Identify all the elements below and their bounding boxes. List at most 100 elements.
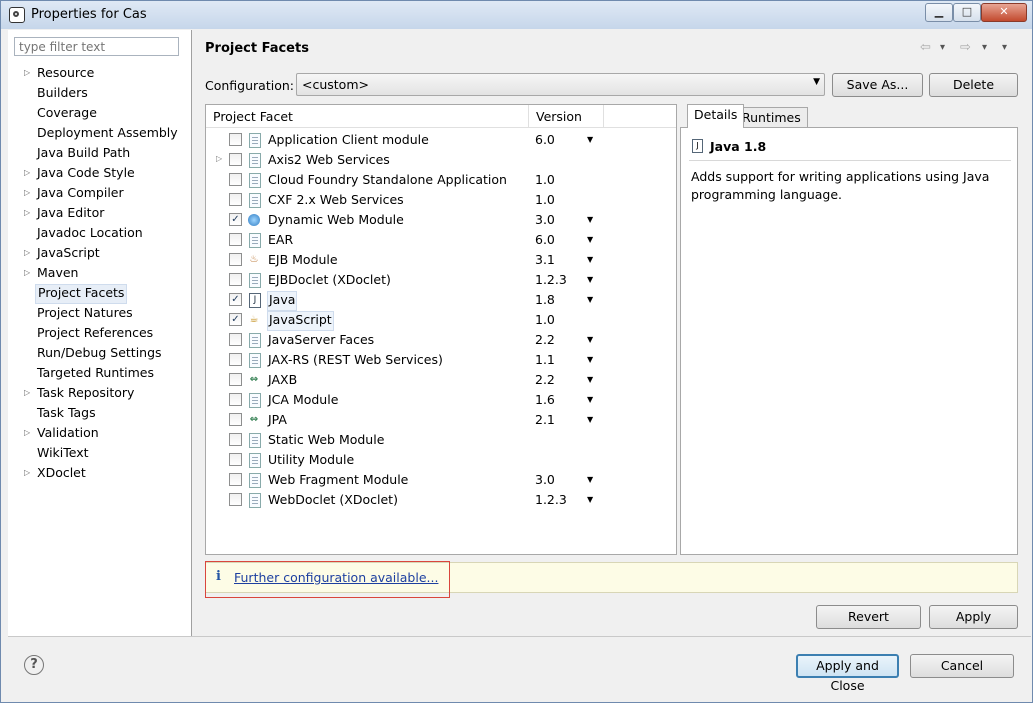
sidebar-item[interactable]: JavaScript xyxy=(35,244,102,262)
sidebar-item[interactable]: Javadoc Location xyxy=(35,224,145,242)
version-dropdown-icon[interactable]: ▼ xyxy=(587,391,593,409)
facet-version[interactable]: 1.1 xyxy=(535,351,555,369)
expand-arrow-icon[interactable]: ▷ xyxy=(24,244,32,262)
close-button[interactable]: ✕ xyxy=(981,3,1027,22)
help-icon[interactable]: ? xyxy=(24,655,44,675)
facet-checkbox[interactable] xyxy=(229,193,242,206)
sidebar-item[interactable]: Java Build Path xyxy=(35,144,132,162)
column-header-version[interactable]: Version xyxy=(529,105,604,128)
facet-row[interactable]: ✓ J Java 1.8 ▼ xyxy=(206,290,676,311)
filter-input[interactable] xyxy=(14,37,179,56)
version-dropdown-icon[interactable]: ▼ xyxy=(587,211,593,229)
sidebar-item[interactable]: Task Tags xyxy=(35,404,98,422)
sidebar-item[interactable]: Coverage xyxy=(35,104,99,122)
sidebar-item[interactable]: Run/Debug Settings xyxy=(35,344,164,362)
forward-arrow-icon[interactable]: ⇨ xyxy=(960,40,971,55)
facet-version[interactable]: 1.0 xyxy=(535,171,555,189)
forward-history-menu-icon[interactable]: ▾ xyxy=(982,42,987,53)
sidebar-item[interactable]: Maven xyxy=(35,264,80,282)
facet-checkbox[interactable] xyxy=(229,253,242,266)
facet-checkbox[interactable] xyxy=(229,413,242,426)
tab-runtimes[interactable]: Runtimes xyxy=(735,107,808,128)
tab-details[interactable]: Details xyxy=(687,104,745,128)
sidebar-item[interactable]: Java Code Style xyxy=(35,164,137,182)
back-arrow-icon[interactable]: ⇦ xyxy=(920,40,931,55)
facet-version[interactable]: 2.1 xyxy=(535,411,555,429)
facet-version[interactable]: 3.0 xyxy=(535,471,555,489)
facet-checkbox[interactable] xyxy=(229,473,242,486)
facet-checkbox[interactable] xyxy=(229,453,242,466)
save-as-button[interactable]: Save As... xyxy=(832,73,923,97)
expand-arrow-icon[interactable]: ▷ xyxy=(24,464,32,482)
sidebar-item[interactable]: XDoclet xyxy=(35,464,88,482)
sidebar-item[interactable]: WikiText xyxy=(35,444,91,462)
sidebar-item[interactable]: Deployment Assembly xyxy=(35,124,180,142)
facet-checkbox[interactable] xyxy=(229,153,242,166)
facet-checkbox[interactable] xyxy=(229,273,242,286)
expand-arrow-icon[interactable]: ▷ xyxy=(24,204,32,222)
sidebar-item[interactable]: Task Repository xyxy=(35,384,136,402)
apply-button[interactable]: Apply xyxy=(929,605,1018,629)
expand-arrow-icon[interactable]: ▷ xyxy=(216,154,222,163)
version-dropdown-icon[interactable]: ▼ xyxy=(587,491,593,509)
facet-checkbox[interactable]: ✓ xyxy=(229,313,242,326)
sidebar-item[interactable]: Project Facets xyxy=(35,284,128,304)
facet-row[interactable]: ⇔ JPA 2.1 ▼ xyxy=(206,410,676,430)
minimize-button[interactable]: ▁ xyxy=(925,3,953,22)
facet-version[interactable]: 1.2.3 xyxy=(535,271,567,289)
maximize-button[interactable]: □ xyxy=(953,3,981,22)
sidebar-item[interactable]: Project Natures xyxy=(35,304,135,322)
facet-checkbox[interactable] xyxy=(229,373,242,386)
version-dropdown-icon[interactable]: ▼ xyxy=(587,331,593,349)
facet-checkbox[interactable] xyxy=(229,393,242,406)
facet-row[interactable]: ⇔ JAXB 2.2 ▼ xyxy=(206,370,676,390)
sidebar-item[interactable]: Java Editor xyxy=(35,204,106,222)
facet-version[interactable]: 6.0 xyxy=(535,131,555,149)
facet-checkbox[interactable] xyxy=(229,233,242,246)
facet-row[interactable]: EJBDoclet (XDoclet) 1.2.3 ▼ xyxy=(206,270,676,290)
sidebar-item[interactable]: Resource xyxy=(35,64,96,82)
title-bar[interactable]: Properties for Cas ▁ □ ✕ xyxy=(1,1,1032,29)
facet-checkbox[interactable] xyxy=(229,333,242,346)
facet-version[interactable]: 3.1 xyxy=(535,251,555,269)
version-dropdown-icon[interactable]: ▼ xyxy=(587,131,593,149)
facet-row[interactable]: JCA Module 1.6 ▼ xyxy=(206,390,676,410)
cancel-button[interactable]: Cancel xyxy=(910,654,1014,678)
facet-row[interactable]: WebDoclet (XDoclet) 1.2.3 ▼ xyxy=(206,490,676,510)
delete-button[interactable]: Delete xyxy=(929,73,1018,97)
back-history-menu-icon[interactable]: ▾ xyxy=(940,42,945,53)
column-header-facet[interactable]: Project Facet xyxy=(206,105,529,128)
expand-arrow-icon[interactable]: ▷ xyxy=(24,184,32,202)
sidebar-item[interactable]: Project References xyxy=(35,324,155,342)
apply-and-close-button[interactable]: Apply and Close xyxy=(796,654,899,693)
expand-arrow-icon[interactable]: ▷ xyxy=(24,164,32,182)
facet-checkbox[interactable]: ✓ xyxy=(229,213,242,226)
facet-checkbox[interactable] xyxy=(229,433,242,446)
facet-checkbox[interactable] xyxy=(229,173,242,186)
expand-arrow-icon[interactable]: ▷ xyxy=(24,64,32,82)
facet-checkbox[interactable] xyxy=(229,493,242,506)
facet-row[interactable]: JavaServer Faces 2.2 ▼ xyxy=(206,330,676,350)
facet-row[interactable]: EAR 6.0 ▼ xyxy=(206,230,676,250)
facet-row[interactable]: Web Fragment Module 3.0 ▼ xyxy=(206,470,676,490)
facet-row[interactable]: ♨ EJB Module 3.1 ▼ xyxy=(206,250,676,270)
facet-row[interactable]: JAX-RS (REST Web Services) 1.1 ▼ xyxy=(206,350,676,370)
facet-row[interactable]: Static Web Module xyxy=(206,430,676,450)
version-dropdown-icon[interactable]: ▼ xyxy=(587,351,593,369)
sidebar-item[interactable]: Targeted Runtimes xyxy=(35,364,156,382)
facet-version[interactable]: 2.2 xyxy=(535,331,555,349)
facet-version[interactable]: 3.0 xyxy=(535,211,555,229)
facet-row[interactable]: ✓ ☕ JavaScript 1.0 xyxy=(206,310,676,331)
sidebar-item[interactable]: Builders xyxy=(35,84,90,102)
version-dropdown-icon[interactable]: ▼ xyxy=(587,271,593,289)
facet-version[interactable]: 1.2.3 xyxy=(535,491,567,509)
sidebar-item[interactable]: Validation xyxy=(35,424,101,442)
configuration-select[interactable]: <custom> ▼ xyxy=(296,73,825,96)
facet-version[interactable]: 1.6 xyxy=(535,391,555,409)
facet-version[interactable]: 1.0 xyxy=(535,191,555,209)
facet-checkbox[interactable]: ✓ xyxy=(229,293,242,306)
facet-row[interactable]: Utility Module xyxy=(206,450,676,470)
view-menu-icon[interactable]: ▾ xyxy=(1002,42,1007,53)
expand-arrow-icon[interactable]: ▷ xyxy=(24,384,32,402)
facet-checkbox[interactable] xyxy=(229,133,242,146)
